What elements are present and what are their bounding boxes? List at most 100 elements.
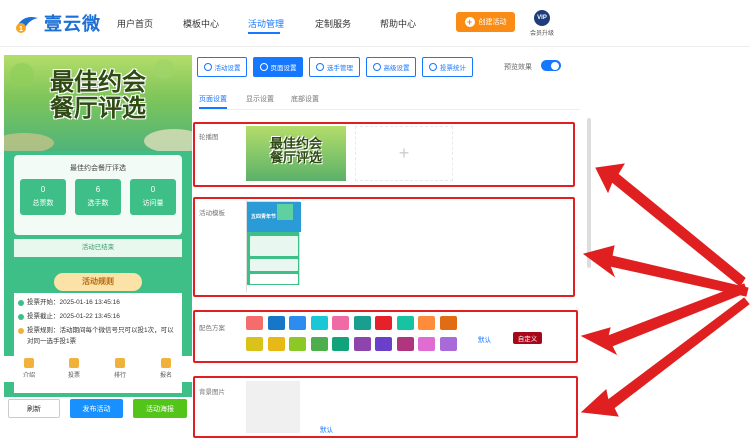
color-swatch[interactable] <box>289 316 306 330</box>
refresh-button[interactable]: 刷新 <box>8 399 60 418</box>
subtab-display-settings[interactable]: 显示设置 <box>246 94 274 104</box>
banner-title: 最佳约会 餐厅评选 <box>12 69 184 121</box>
tab-vote-statistics[interactable]: 投票统计 <box>422 57 473 77</box>
carousel-image-thumb[interactable]: 最佳约会 餐厅评选 <box>246 126 346 181</box>
color-swatch[interactable] <box>246 316 263 330</box>
logo[interactable]: 1 壹云微 <box>14 10 101 36</box>
tab-advanced-settings[interactable]: 高级设置 <box>366 57 416 77</box>
plus-icon: + <box>464 17 475 27</box>
tab-activity-settings[interactable]: 活动设置 <box>197 57 247 77</box>
color-swatch[interactable] <box>289 337 306 351</box>
logo-icon: 1 <box>14 12 40 34</box>
mobile-preview: 最佳约会 餐厅评选 最佳约会餐厅评选 0 总票数 6 选手数 0 访问量 活动已… <box>4 55 192 397</box>
tab-contestant-management[interactable]: 选手管理 <box>309 57 360 77</box>
thumb-line2: 餐厅评选 <box>269 151 322 166</box>
color-swatch[interactable] <box>267 337 285 351</box>
stat-label: 总票数 <box>32 200 54 207</box>
subtab-footer-settings[interactable]: 底部设置 <box>291 94 319 104</box>
color-swatch[interactable] <box>375 316 392 330</box>
color-swatch[interactable] <box>310 316 328 330</box>
bottom-nav-signup[interactable]: 报名 <box>151 356 181 379</box>
preview-toggle[interactable] <box>541 60 561 71</box>
bottom-nav-ranking[interactable]: 排行 <box>105 356 135 379</box>
color-swatch[interactable] <box>353 337 371 351</box>
banner-title-line2: 餐厅评选 <box>50 93 146 122</box>
color-swatch[interactable] <box>267 316 285 330</box>
color-swatch[interactable] <box>332 337 349 351</box>
color-swatch[interactable] <box>375 337 392 351</box>
background-image-label: 背景图片 <box>199 389 225 396</box>
color-swatch[interactable] <box>310 337 328 351</box>
tab-page-settings[interactable]: 页面设置 <box>253 57 303 77</box>
subtab-divider <box>199 109 580 110</box>
rule-item: 投票开始：2025-01-16 13:45:16 <box>18 297 180 308</box>
add-carousel-image-button[interactable]: + <box>355 126 453 181</box>
carousel-label: 轮播图 <box>199 134 219 141</box>
bullet-icon <box>18 300 24 306</box>
background-image-thumb[interactable] <box>246 381 300 433</box>
chart-icon <box>429 63 437 71</box>
rule-item: 投票截止：2025-01-22 13:45:16 <box>18 311 180 322</box>
bottom-nav-vote[interactable]: 投票 <box>59 356 89 379</box>
annotation-arrows <box>580 163 750 417</box>
color-swatch[interactable] <box>396 316 414 330</box>
banner-title-line1: 最佳约会 <box>50 67 146 96</box>
template-label: 活动模板 <box>199 210 225 217</box>
thumb-line1: 最佳约会 <box>269 137 322 152</box>
subtab-page-settings[interactable]: 页面设置 <box>199 94 227 104</box>
activity-title: 最佳约会餐厅评选 <box>70 165 126 172</box>
rules-title: 活动规则 <box>54 273 142 291</box>
color-swatch[interactable] <box>353 316 371 330</box>
sliders-icon <box>372 63 381 71</box>
bullet-icon <box>18 328 24 334</box>
preview-bottom-nav: 介绍 投票 排行 报名 <box>4 356 192 382</box>
nav-active-indicator <box>248 32 280 34</box>
stat-contestants: 6 选手数 <box>75 179 121 215</box>
trophy-icon <box>115 358 125 368</box>
vip-icon: VIP <box>534 10 550 26</box>
users-icon <box>316 63 324 71</box>
color-default-button[interactable]: 默认 <box>478 334 491 344</box>
nav-user-home[interactable]: 用户首页 <box>117 17 153 30</box>
intro-icon <box>24 358 34 368</box>
stat-label: 选手数 <box>87 200 109 207</box>
color-swatch[interactable] <box>418 337 435 351</box>
color-swatch[interactable] <box>439 316 457 330</box>
bottom-nav-intro[interactable]: 介绍 <box>14 356 44 379</box>
toggle-knob <box>551 61 559 70</box>
stat-total-votes: 0 总票数 <box>20 179 66 215</box>
color-swatch[interactable] <box>332 316 349 330</box>
vote-icon <box>69 358 79 368</box>
template-thumb[interactable]: 五四青年节 <box>246 201 301 293</box>
gear-icon <box>203 63 212 71</box>
vip-upgrade-label: 会员升级 <box>529 31 554 37</box>
nav-custom-service[interactable]: 定制服务 <box>315 17 351 30</box>
activity-poster-button[interactable]: 活动海报 <box>133 399 187 418</box>
signup-icon <box>161 358 171 368</box>
template-thumb-title: 五四青年节 <box>251 214 277 220</box>
color-scheme-label: 配色方案 <box>199 325 225 332</box>
bullet-icon <box>18 314 24 320</box>
color-swatch[interactable] <box>439 337 457 351</box>
stat-value: 0 <box>40 185 46 194</box>
vip-upgrade[interactable]: VIP 会员升级 <box>527 10 557 37</box>
preview-toggle-label: 预览效果 <box>504 64 532 71</box>
preview-banner: 最佳约会 餐厅评选 <box>4 55 192 151</box>
stat-value: 0 <box>150 185 156 194</box>
nav-template-center[interactable]: 模板中心 <box>183 17 219 30</box>
stats-card: 最佳约会餐厅评选 0 总票数 6 选手数 0 访问量 <box>14 155 182 235</box>
color-swatch[interactable] <box>396 337 414 351</box>
color-swatch[interactable] <box>246 337 263 351</box>
nav-activity-management[interactable]: 活动管理 <box>248 17 284 30</box>
color-custom-button[interactable]: 自定义 <box>513 332 542 344</box>
background-default-button[interactable]: 默认 <box>320 424 333 434</box>
nav-help-center[interactable]: 帮助中心 <box>380 17 416 30</box>
svg-text:1: 1 <box>19 26 23 33</box>
color-swatch[interactable] <box>418 316 435 330</box>
rule-item: 投票规则：活动期间每个微信号只可以投1次，可以对同一选手投1票 <box>18 325 180 347</box>
publish-activity-button[interactable]: 发布活动 <box>70 399 123 418</box>
stat-label: 访问量 <box>142 200 164 207</box>
create-activity-button[interactable]: + 创建活动 <box>456 12 515 32</box>
stat-visits: 0 访问量 <box>130 179 176 215</box>
top-navbar <box>0 0 750 47</box>
